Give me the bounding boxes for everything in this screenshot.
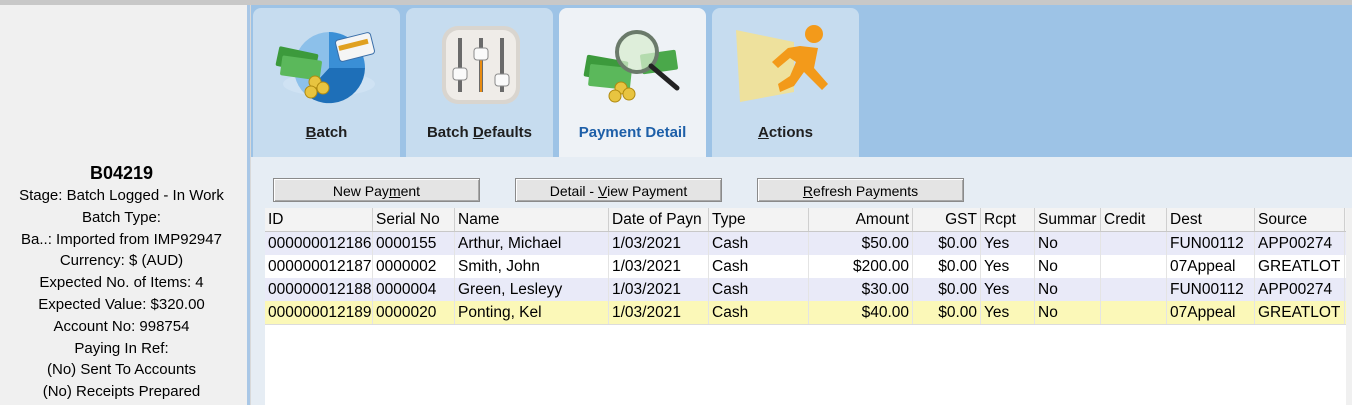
- cell-credit: [1101, 255, 1167, 278]
- grid-vertical-scrollbar[interactable]: [1346, 208, 1352, 405]
- tab-payment-detail[interactable]: Payment Detail: [559, 8, 706, 161]
- receipts-prepared: (No) Receipts Prepared: [42, 383, 201, 401]
- cell-amount: $30.00: [809, 278, 913, 301]
- cell-dest: FUN00112: [1167, 278, 1255, 301]
- expected-value: Expected Value: $320.00: [38, 295, 205, 313]
- new-payment-button[interactable]: New Payment: [273, 178, 480, 202]
- table-row[interactable]: 000000012188 0000004 Green, Lesleyy 1/03…: [265, 278, 1352, 302]
- cell-dest: 07Appeal: [1167, 255, 1255, 278]
- tab-batch[interactable]: Batch: [253, 8, 400, 157]
- account-no: Account No: 998754: [53, 317, 190, 335]
- cell-serial-no: 0000155: [373, 232, 455, 255]
- batch-currency: Currency: $ (AUD): [59, 252, 184, 270]
- cell-type: Cash: [709, 278, 809, 301]
- cell-serial-no: 0000004: [373, 278, 455, 301]
- cell-gst: $0.00: [913, 255, 981, 278]
- cell-id: 000000012187: [265, 255, 373, 278]
- paying-in-ref: Paying In Ref:: [74, 339, 169, 357]
- money-magnifier-icon: [583, 30, 680, 103]
- column-header-dest[interactable]: Dest: [1167, 208, 1255, 231]
- column-header-credit[interactable]: Credit: [1101, 208, 1167, 231]
- table-row[interactable]: 000000012186 0000155 Arthur, Michael 1/0…: [265, 232, 1352, 256]
- column-header-rcpt[interactable]: Rcpt: [981, 208, 1035, 231]
- cell-dest: 07Appeal: [1167, 301, 1255, 324]
- column-header-serial-no[interactable]: Serial No: [373, 208, 455, 231]
- cell-type: Cash: [709, 301, 809, 324]
- cell-name: Green, Lesleyy: [455, 278, 609, 301]
- column-header-date[interactable]: Date of Payn: [609, 208, 709, 231]
- cell-type: Cash: [709, 255, 809, 278]
- tab-batch-label: Batch: [305, 124, 348, 141]
- cell-rcpt: Yes: [981, 255, 1035, 278]
- cell-summary: No: [1035, 278, 1101, 301]
- detail-view-payment-button[interactable]: Detail - View Payment: [515, 178, 722, 202]
- tab-batch-defaults-label: Batch Defaults: [426, 124, 533, 141]
- cell-amount: $200.00: [809, 255, 913, 278]
- cell-gst: $0.00: [913, 278, 981, 301]
- cell-amount: $50.00: [809, 232, 913, 255]
- cell-rcpt: Yes: [981, 278, 1035, 301]
- tab-batch-defaults[interactable]: Batch Defaults: [406, 8, 553, 157]
- cell-summary: No: [1035, 301, 1101, 324]
- expected-items: Expected No. of Items: 4: [39, 274, 204, 292]
- table-row[interactable]: 000000012187 0000002 Smith, John 1/03/20…: [265, 255, 1352, 279]
- column-header-name[interactable]: Name: [455, 208, 609, 231]
- cell-dest: FUN00112: [1167, 232, 1255, 255]
- cell-source: APP00274: [1255, 278, 1345, 301]
- column-header-gst[interactable]: GST: [913, 208, 981, 231]
- cell-id: 000000012189: [265, 301, 373, 324]
- batch-info: B04219 Stage: Batch Logged - In Work Bat…: [0, 161, 243, 403]
- column-header-type[interactable]: Type: [709, 208, 809, 231]
- cell-gst: $0.00: [913, 232, 981, 255]
- batch-summary-panel: B04219 Stage: Batch Logged - In Work Bat…: [0, 5, 247, 405]
- tab-payment-detail-label: Payment Detail: [578, 124, 687, 141]
- cell-gst: $0.00: [913, 301, 981, 324]
- cell-credit: [1101, 301, 1167, 324]
- cell-rcpt: Yes: [981, 301, 1035, 324]
- cell-date: 1/03/2021: [609, 301, 709, 324]
- cell-name: Smith, John: [455, 255, 609, 278]
- cell-date: 1/03/2021: [609, 278, 709, 301]
- refresh-payments-button[interactable]: Refresh Payments: [757, 178, 964, 202]
- ribbon: Batch Batch Defaults Payment Detail Acti…: [251, 5, 1352, 161]
- cell-id: 000000012188: [265, 278, 373, 301]
- cell-source: GREATLOT: [1255, 301, 1345, 324]
- grid-header: ID Serial No Name Date of Payn Type Amou…: [265, 208, 1352, 232]
- sent-to-accounts: (No) Sent To Accounts: [47, 361, 196, 379]
- table-row-selected[interactable]: 000000012189 0000020 Ponting, Kel 1/03/2…: [265, 301, 1352, 325]
- batch-stage: Stage: Batch Logged - In Work: [19, 187, 224, 204]
- cell-summary: No: [1035, 232, 1101, 255]
- cell-date: 1/03/2021: [609, 255, 709, 278]
- tab-actions-label: Actions: [757, 124, 814, 141]
- cell-amount: $40.00: [809, 301, 913, 324]
- cell-name: Ponting, Kel: [455, 301, 609, 324]
- cell-name: Arthur, Michael: [455, 232, 609, 255]
- cell-summary: No: [1035, 255, 1101, 278]
- cell-type: Cash: [709, 232, 809, 255]
- cell-source: APP00274: [1255, 232, 1345, 255]
- column-header-amount[interactable]: Amount: [809, 208, 913, 231]
- column-header-source[interactable]: Source: [1255, 208, 1345, 231]
- batch-pie-chart-icon: [275, 32, 375, 104]
- cell-date: 1/03/2021: [609, 232, 709, 255]
- cell-source: GREATLOT: [1255, 255, 1345, 278]
- cell-serial-no: 0000020: [373, 301, 455, 324]
- cell-id: 000000012186: [265, 232, 373, 255]
- cell-credit: [1101, 278, 1167, 301]
- tab-actions[interactable]: Actions: [712, 8, 859, 157]
- cell-rcpt: Yes: [981, 232, 1035, 255]
- batch-id: B04219: [89, 163, 154, 183]
- payments-grid[interactable]: ID Serial No Name Date of Payn Type Amou…: [265, 208, 1352, 405]
- batch-source: Ba..: Imported from IMP92947: [21, 230, 222, 248]
- running-man-icon: [736, 25, 828, 102]
- column-header-summary[interactable]: Summar: [1035, 208, 1101, 231]
- column-header-id[interactable]: ID: [265, 208, 373, 231]
- cell-credit: [1101, 232, 1167, 255]
- batch-type: Batch Type:: [82, 208, 161, 226]
- sliders-icon: [442, 26, 520, 104]
- cell-serial-no: 0000002: [373, 255, 455, 278]
